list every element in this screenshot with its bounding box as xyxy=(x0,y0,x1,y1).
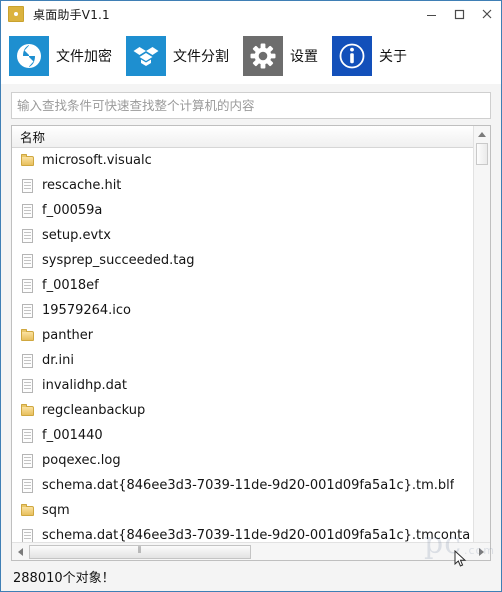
toolbar: 文件加密 文件分割 设置 关于 xyxy=(1,28,501,84)
status-bar: 288010个对象！ xyxy=(1,561,501,591)
file-list-panel: 名称 microsoft.visualc rescache.hit f_00059a… xyxy=(11,125,491,561)
object-count-label: 288010个对象！ xyxy=(13,570,115,586)
column-header-name: 名称 xyxy=(20,130,46,145)
toolbar-label-about: 关于 xyxy=(379,49,407,65)
toolbar-item-settings[interactable]: 设置 xyxy=(243,36,318,76)
chevron-left-icon xyxy=(18,547,23,556)
minimize-icon xyxy=(426,14,436,16)
table-row[interactable]: setup.evtx xyxy=(12,223,473,248)
column-header: 名称 xyxy=(12,126,473,148)
window-controls xyxy=(417,1,501,27)
horizontal-scrollbar[interactable]: ⦀ xyxy=(12,542,490,560)
file-name-label: dr.ini xyxy=(42,353,74,368)
horizontal-scroll-thumb[interactable]: ⦀ xyxy=(29,544,251,559)
file-icon xyxy=(20,378,36,394)
table-row[interactable]: sqm xyxy=(12,498,473,523)
title-bar: 桌面助手V1.1 xyxy=(1,1,501,28)
file-name-label: f_0018ef xyxy=(42,278,99,293)
gear-icon xyxy=(243,36,283,76)
toolbar-label-settings: 设置 xyxy=(290,49,318,65)
file-icon xyxy=(20,428,36,444)
maximize-button[interactable] xyxy=(445,1,473,27)
chevron-right-icon xyxy=(479,547,484,556)
maximize-icon xyxy=(454,9,464,19)
file-list-main: 名称 microsoft.visualc rescache.hit f_00059a… xyxy=(12,126,473,542)
toolbar-label-file-encrypt: 文件加密 xyxy=(56,49,112,65)
file-name-label: panther xyxy=(42,328,94,343)
toolbar-item-file-encrypt[interactable]: 文件加密 xyxy=(9,36,112,76)
table-row[interactable]: schema.dat{846ee3d3-7039-11de-9d20-001d0… xyxy=(12,473,473,498)
table-row[interactable]: f_001440 xyxy=(12,423,473,448)
search-bar xyxy=(1,84,501,125)
chevron-up-icon xyxy=(478,131,486,137)
scroll-left-button[interactable] xyxy=(12,544,29,560)
search-input[interactable] xyxy=(11,92,491,119)
table-row[interactable]: invalidhp.dat xyxy=(12,373,473,398)
table-row[interactable]: 19579264.ico xyxy=(12,298,473,323)
table-row[interactable]: rescache.hit xyxy=(12,173,473,198)
table-row[interactable]: f_00059a xyxy=(12,198,473,223)
file-list-body: 名称 microsoft.visualc rescache.hit f_00059a… xyxy=(12,126,490,542)
file-rows[interactable]: microsoft.visualc rescache.hit f_00059aset… xyxy=(12,148,473,542)
file-name-label: sysprep_succeeded.tag xyxy=(42,253,195,268)
table-row[interactable]: poqexec.log xyxy=(12,448,473,473)
vertical-scrollbar[interactable] xyxy=(473,126,490,542)
toolbar-label-file-split: 文件分割 xyxy=(173,49,229,65)
app-window: 桌面助手V1.1 文件加密 文件分割 设置 关于 输入查找条件可快速查找整个计算… xyxy=(0,0,502,592)
file-icon xyxy=(20,478,36,494)
file-encrypt-icon xyxy=(9,36,49,76)
file-name-label: f_001440 xyxy=(42,428,103,443)
file-icon xyxy=(20,228,36,244)
app-logo-icon xyxy=(8,6,24,22)
folder-icon xyxy=(20,503,36,519)
table-row[interactable]: panther xyxy=(12,323,473,348)
file-name-label: 19579264.ico xyxy=(42,303,132,318)
folder-icon xyxy=(20,403,36,419)
file-name-label: schema.dat{846ee3d3-7039-11de-9d20-001d0… xyxy=(42,528,471,542)
file-icon xyxy=(20,453,36,469)
file-icon xyxy=(20,353,36,369)
close-icon xyxy=(482,9,492,19)
file-name-label: f_00059a xyxy=(42,203,103,218)
folder-icon xyxy=(20,153,36,169)
file-icon xyxy=(20,278,36,294)
file-name-label: setup.evtx xyxy=(42,228,111,243)
table-row[interactable]: microsoft.visualc xyxy=(12,148,473,173)
scroll-right-button[interactable] xyxy=(473,544,490,560)
table-row[interactable]: sysprep_succeeded.tag xyxy=(12,248,473,273)
window-title: 桌面助手V1.1 xyxy=(33,7,110,22)
table-row[interactable]: schema.dat{846ee3d3-7039-11de-9d20-001d0… xyxy=(12,523,473,542)
file-icon xyxy=(20,178,36,194)
close-button[interactable] xyxy=(473,1,501,27)
scroll-grip-icon: ⦀ xyxy=(137,546,143,556)
horizontal-scroll-track[interactable]: ⦀ xyxy=(29,544,473,560)
table-row[interactable]: dr.ini xyxy=(12,348,473,373)
file-name-label: microsoft.visualc xyxy=(42,153,152,168)
table-row[interactable]: f_0018ef xyxy=(12,273,473,298)
scroll-up-button[interactable] xyxy=(474,126,490,142)
info-icon xyxy=(332,36,372,76)
toolbar-item-file-split[interactable]: 文件分割 xyxy=(126,36,229,76)
file-name-label: rescache.hit xyxy=(42,178,122,193)
file-name-label: sqm xyxy=(42,503,70,518)
minimize-button[interactable] xyxy=(417,1,445,27)
file-icon xyxy=(20,528,36,542)
file-split-icon xyxy=(126,36,166,76)
table-row[interactable]: regcleanbackup xyxy=(12,398,473,423)
file-name-label: invalidhp.dat xyxy=(42,378,127,393)
vertical-scroll-thumb[interactable] xyxy=(476,143,488,165)
file-icon xyxy=(20,203,36,219)
file-name-label: schema.dat{846ee3d3-7039-11de-9d20-001d0… xyxy=(42,478,455,493)
file-name-label: poqexec.log xyxy=(42,453,121,468)
folder-icon xyxy=(20,328,36,344)
file-icon xyxy=(20,303,36,319)
toolbar-item-about[interactable]: 关于 xyxy=(332,36,407,76)
file-name-label: regcleanbackup xyxy=(42,403,146,418)
file-icon xyxy=(20,253,36,269)
